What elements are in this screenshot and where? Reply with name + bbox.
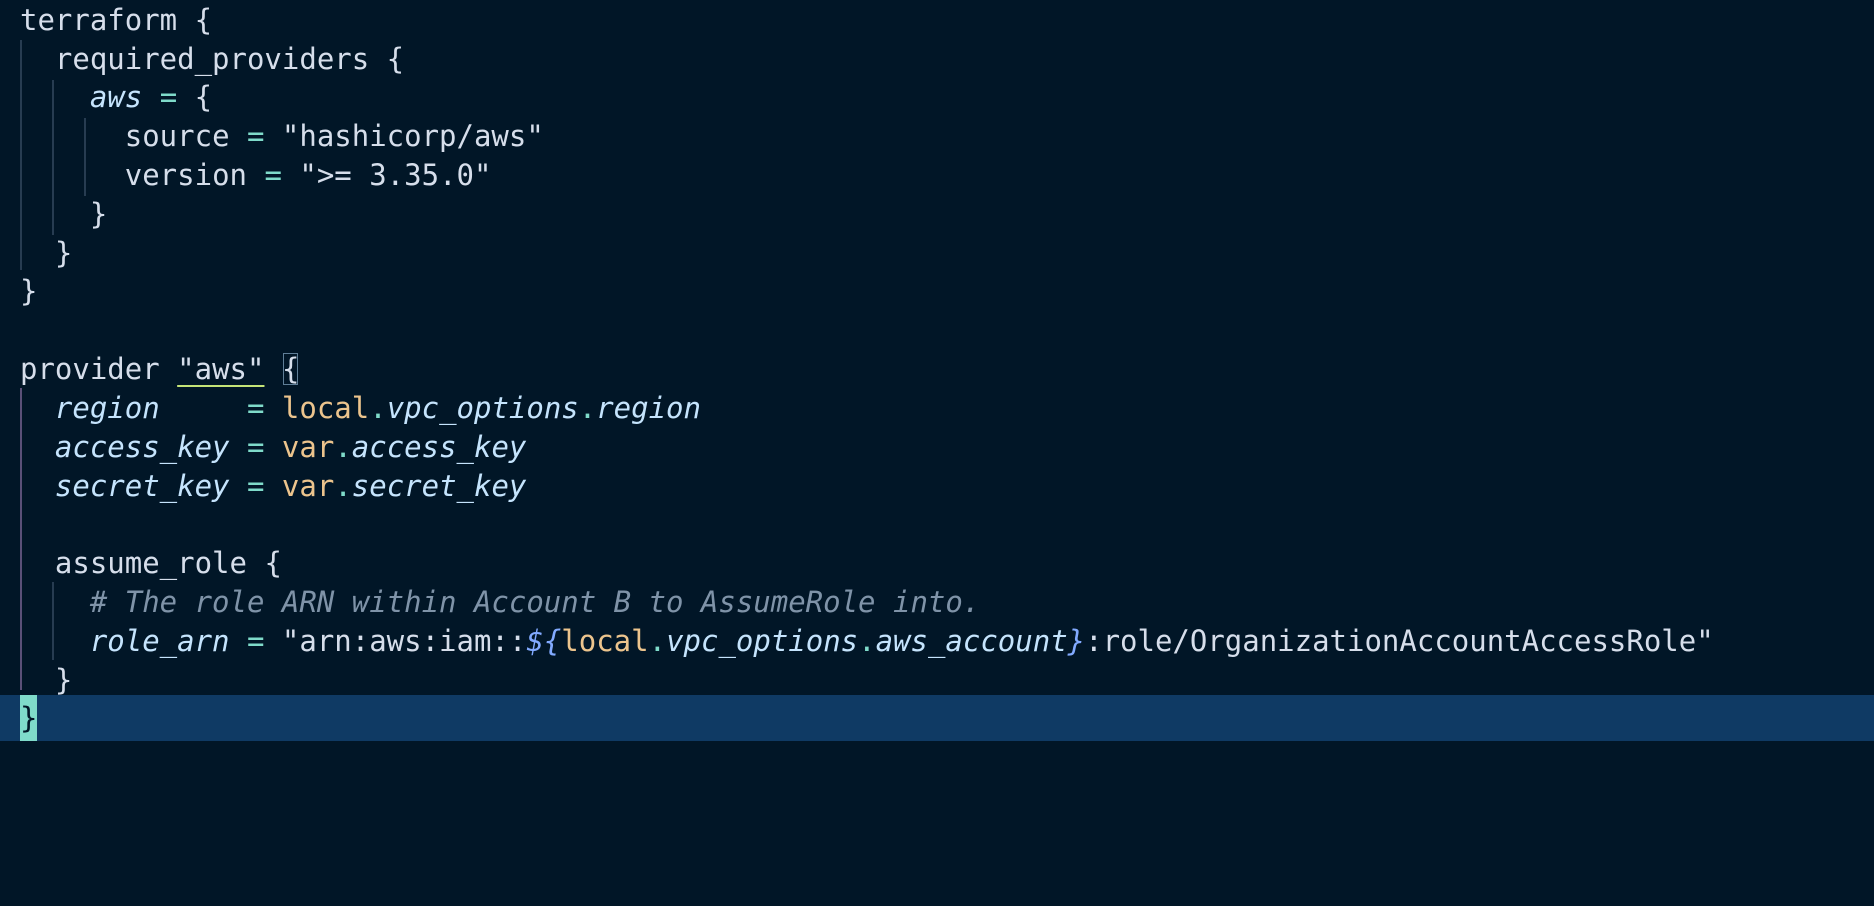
code-token: {: [369, 42, 405, 76]
property-token: vpc_options: [666, 624, 859, 658]
namespace-token: var: [281, 430, 335, 464]
property-token: aws_account: [875, 624, 1068, 658]
code-token: {: [246, 546, 282, 580]
dot-token: .: [334, 430, 352, 464]
property-token: access_key: [351, 430, 527, 464]
code-token: }: [54, 236, 73, 270]
block-keyword: terraform: [20, 3, 178, 37]
property-token: vpc_options: [386, 391, 579, 425]
attribute-name: aws: [89, 80, 143, 114]
code-editor[interactable]: terraform { required_providers { aws = {…: [0, 0, 1874, 906]
attribute-name: role_arn: [89, 624, 230, 658]
property-token: region: [596, 391, 701, 425]
namespace-token: local: [281, 391, 370, 425]
attribute-name: access_key: [54, 430, 230, 464]
dot-token: .: [578, 391, 597, 425]
operator: =: [229, 119, 282, 153]
string-literal: "arn:aws:iam::: [281, 624, 527, 658]
code-line[interactable]: secret_key = var.secret_key: [20, 463, 526, 509]
code-token: {: [194, 80, 213, 114]
operator: =: [229, 430, 282, 464]
code-token: }: [54, 663, 73, 697]
operator: =: [229, 624, 282, 658]
attribute-name: secret_key: [54, 469, 230, 503]
block-name: assume_role: [54, 546, 247, 580]
interpolation-close: }: [1067, 624, 1086, 658]
code-token: }: [89, 197, 108, 231]
block-keyword: provider: [20, 352, 160, 386]
dot-token: .: [369, 391, 387, 425]
current-line[interactable]: }: [0, 695, 1874, 741]
code-token: }: [20, 274, 38, 308]
string-literal: "hashicorp/aws": [281, 119, 544, 153]
operator: =: [159, 391, 282, 425]
operator: =: [229, 469, 282, 503]
namespace-token: var: [281, 469, 335, 503]
code-line[interactable]: role_arn = "arn:aws:iam::${local.vpc_opt…: [20, 618, 1714, 664]
dot-token: .: [648, 624, 667, 658]
interpolation-open: ${: [526, 624, 562, 658]
attribute-name: source: [124, 119, 230, 153]
string-literal: "aws": [177, 352, 265, 386]
operator: =: [246, 158, 300, 192]
code-token: {: [177, 3, 213, 37]
comment: # The role ARN within Account B to Assum…: [89, 585, 981, 619]
code-line[interactable]: }: [20, 268, 37, 314]
property-token: secret_key: [351, 469, 527, 503]
block-name: required_providers: [54, 42, 370, 76]
namespace-token: local: [561, 624, 649, 658]
string-literal: ">= 3.35.0": [299, 158, 492, 192]
attribute-name: region: [54, 391, 160, 425]
dot-token: .: [858, 624, 876, 658]
matched-brace: {: [281, 352, 300, 386]
string-literal: :role/OrganizationAccountAccessRole": [1085, 624, 1714, 658]
dot-token: .: [334, 469, 352, 503]
attribute-name: version: [124, 158, 247, 192]
operator: =: [142, 80, 195, 114]
text-cursor: }: [20, 695, 38, 741]
